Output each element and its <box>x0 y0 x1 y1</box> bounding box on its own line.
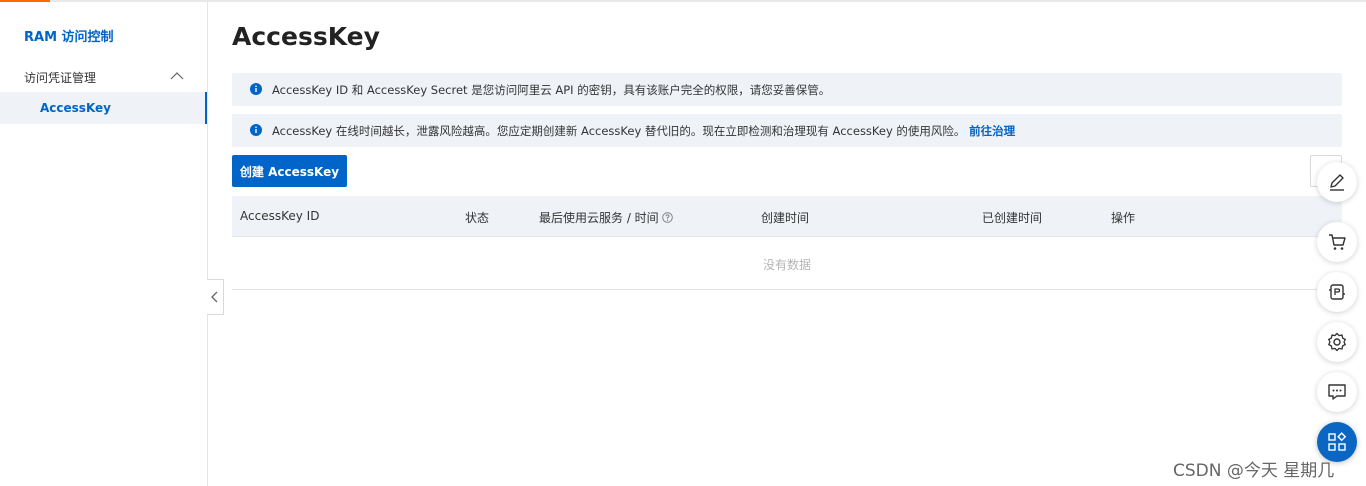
info-icon <box>250 124 262 136</box>
create-accesskey-button[interactable]: 创建 AccessKey <box>232 155 347 187</box>
api-icon <box>1329 284 1345 300</box>
chevron-up-icon <box>170 72 184 80</box>
cart-tool-button[interactable] <box>1317 222 1357 262</box>
column-header-age: 已创建时间 <box>982 211 1043 225</box>
alert-text: AccessKey ID 和 AccessKey Secret 是您访问阿里云 … <box>272 83 831 97</box>
empty-text: 没有数据 <box>762 258 811 272</box>
sidebar-item-label: AccessKey <box>40 101 111 115</box>
sidebar-item-accesskey[interactable]: AccessKey <box>0 92 207 124</box>
column-header-last-used-wrapper: 最后使用云服务 / 时间 <box>539 209 673 226</box>
column-header-accesskey-id: AccessKey ID <box>240 209 320 223</box>
settings-icon <box>1328 332 1346 352</box>
govern-link[interactable]: 前往治理 <box>969 124 1015 138</box>
api-tool-button[interactable] <box>1317 272 1357 312</box>
settings-tool-button[interactable] <box>1317 322 1357 362</box>
feedback-icon <box>1328 384 1346 400</box>
sidebar: RAM 访问控制 访问凭证管理 AccessKey <box>0 2 208 486</box>
table-header: AccessKey ID 状态 最后使用云服务 / 时间 创建时间 已创建时间 … <box>232 196 1342 237</box>
cart-icon <box>1329 234 1346 250</box>
edit-icon <box>1330 174 1344 191</box>
watermark-text: CSDN @今天 星期几 <box>1173 461 1335 481</box>
column-header-last-used: 最后使用云服务 / 时间 <box>539 211 659 225</box>
sidebar-group-credentials[interactable]: 访问凭证管理 <box>0 63 207 91</box>
column-header-created-time: 创建时间 <box>761 211 810 225</box>
feedback-tool-button[interactable] <box>1317 372 1357 412</box>
alert-text-wrapper: AccessKey 在线时间越长，泄露风险越高。您应定期创建新 AccessKe… <box>272 123 1015 139</box>
apps-icon <box>1328 432 1347 451</box>
info-alert-risk: AccessKey 在线时间越长，泄露风险越高。您应定期创建新 AccessKe… <box>232 114 1342 147</box>
sidebar-brand[interactable]: RAM 访问控制 <box>24 26 114 45</box>
chevron-left-icon <box>211 291 218 303</box>
edit-tool-button[interactable] <box>1317 162 1357 202</box>
info-icon <box>250 83 262 95</box>
question-circle-icon[interactable] <box>661 212 673 223</box>
page-title: AccessKey <box>232 22 380 51</box>
column-header-actions: 操作 <box>1111 211 1136 225</box>
sidebar-collapse-button[interactable] <box>207 279 224 315</box>
info-alert-secret: AccessKey ID 和 AccessKey Secret 是您访问阿里云 … <box>232 73 1342 106</box>
table-empty-state: 没有数据 <box>232 237 1342 290</box>
alert-text: AccessKey 在线时间越长，泄露风险越高。您应定期创建新 AccessKe… <box>272 124 966 138</box>
sidebar-group-label: 访问凭证管理 <box>24 71 97 85</box>
column-header-status: 状态 <box>465 211 490 225</box>
active-indicator <box>205 92 207 124</box>
